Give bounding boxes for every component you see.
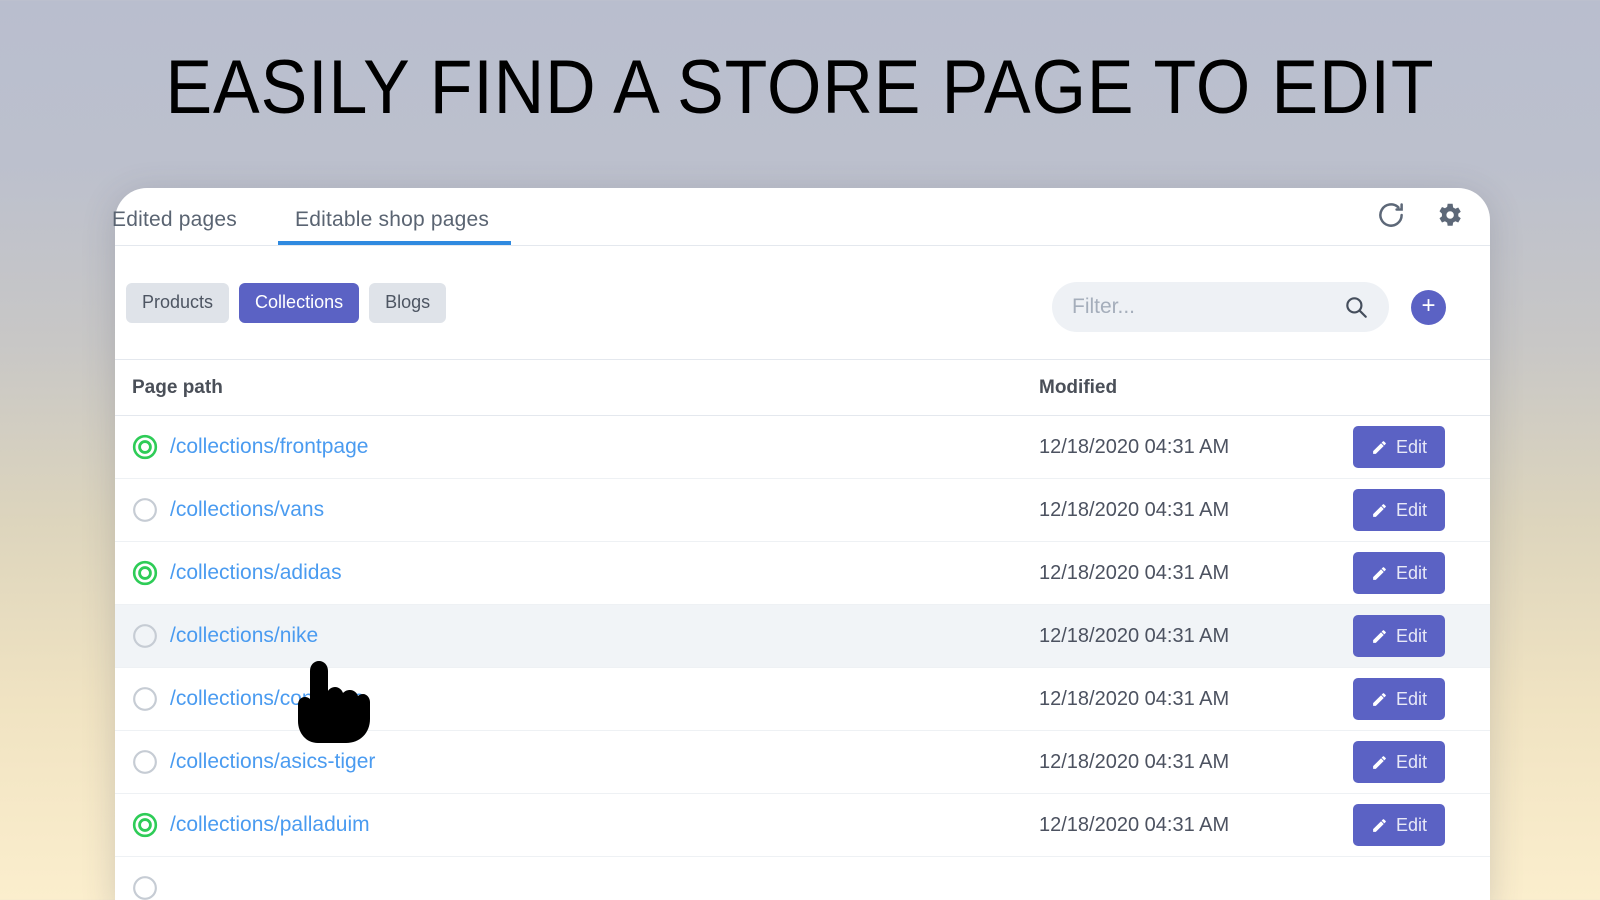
edit-button-label: Edit bbox=[1395, 814, 1428, 835]
search-input[interactable] bbox=[1072, 295, 1343, 319]
cell-page-path: /collections/adidas bbox=[115, 560, 1039, 586]
tab-editable-shop-pages[interactable]: Editable shop pages bbox=[295, 208, 489, 232]
status-inactive-icon bbox=[133, 687, 157, 711]
cell-actions: Edit bbox=[1353, 552, 1445, 594]
edit-button-label: Edit bbox=[1395, 436, 1428, 457]
table-row[interactable]: /collections/asics-tiger 12/18/2020 04:31… bbox=[115, 731, 1490, 794]
page-path-link[interactable]: /collections/converse bbox=[170, 687, 365, 711]
edit-button-label: Edit bbox=[1395, 562, 1428, 583]
column-header-page-path: Page path bbox=[132, 376, 223, 398]
cell-modified-date: 12/18/2020 04:31 AM bbox=[1039, 750, 1230, 773]
gear-icon[interactable] bbox=[1434, 200, 1464, 230]
pencil-icon bbox=[1373, 755, 1386, 769]
resource-type-chips: Products Collections Blogs bbox=[126, 282, 447, 323]
cell-page-path: /collections/asics-tiger bbox=[115, 749, 1039, 775]
table-row[interactable]: /collections/palladuim 12/18/2020 04:31 A… bbox=[115, 794, 1490, 857]
edit-button[interactable]: Edit bbox=[1353, 804, 1445, 846]
status-active-icon bbox=[132, 434, 158, 460]
table-body: /collections/frontpage 12/18/2020 04:31 A… bbox=[115, 416, 1490, 900]
pages-panel: Edited pages Editable shop pages Product… bbox=[112, 188, 1490, 900]
filter-toolbar: Products Collections Blogs + bbox=[115, 246, 1490, 359]
edit-button[interactable]: Edit bbox=[1353, 426, 1445, 468]
status-active-icon bbox=[132, 812, 158, 838]
cell-modified-date: 12/18/2020 04:31 AM bbox=[1039, 561, 1230, 584]
page-path-link[interactable]: /collections/nike bbox=[170, 624, 318, 648]
cell-page-path: /collections/converse bbox=[115, 686, 1039, 712]
cell-modified-date: 12/18/2020 04:31 AM bbox=[1039, 687, 1230, 710]
chip-blogs[interactable]: Blogs bbox=[369, 282, 447, 323]
page-title: EASILY FIND A STORE PAGE TO EDIT bbox=[165, 45, 1435, 130]
pencil-icon bbox=[1373, 503, 1386, 517]
pencil-icon bbox=[1373, 818, 1386, 832]
pencil-icon bbox=[1373, 629, 1386, 643]
edit-button[interactable]: Edit bbox=[1353, 615, 1445, 657]
edit-button[interactable]: Edit bbox=[1353, 489, 1445, 531]
page-path-link[interactable]: /collections/frontpage bbox=[170, 435, 368, 459]
page-path-link[interactable]: /collections/vans bbox=[170, 498, 324, 522]
tab-edited-pages[interactable]: Edited pages bbox=[112, 208, 237, 232]
table-row[interactable] bbox=[115, 857, 1490, 900]
status-active-icon bbox=[132, 560, 158, 586]
cell-actions: Edit bbox=[1353, 678, 1445, 720]
edit-button[interactable]: Edit bbox=[1353, 678, 1445, 720]
pencil-icon bbox=[1373, 566, 1386, 580]
cell-page-path: /collections/frontpage bbox=[115, 434, 1039, 460]
cell-page-path: /collections/vans bbox=[115, 497, 1039, 523]
pencil-icon bbox=[1373, 692, 1386, 706]
chip-collections[interactable]: Collections bbox=[239, 282, 360, 323]
table-row[interactable]: /collections/vans 12/18/2020 04:31 AM Edit bbox=[115, 479, 1490, 542]
cell-page-path bbox=[115, 875, 1039, 900]
cell-modified-date: 12/18/2020 04:31 AM bbox=[1039, 435, 1230, 458]
chip-products[interactable]: Products bbox=[126, 282, 230, 323]
search-icon[interactable] bbox=[1343, 294, 1369, 320]
table-row[interactable]: /collections/adidas 12/18/2020 04:31 AM Ed… bbox=[115, 542, 1490, 605]
cell-actions: Edit bbox=[1353, 426, 1445, 468]
column-header-modified: Modified bbox=[1039, 376, 1118, 398]
pages-table: Page path Modified /collections/frontpag… bbox=[115, 359, 1490, 900]
cell-actions: Edit bbox=[1353, 804, 1445, 846]
active-tab-indicator bbox=[278, 241, 511, 245]
edit-button-label: Edit bbox=[1395, 751, 1428, 772]
edit-button[interactable]: Edit bbox=[1353, 741, 1445, 783]
status-inactive-icon bbox=[133, 876, 157, 900]
cell-page-path: /collections/nike bbox=[115, 623, 1039, 649]
cell-actions: Edit bbox=[1353, 615, 1445, 657]
table-header-row: Page path Modified bbox=[115, 359, 1490, 416]
edit-button-label: Edit bbox=[1395, 499, 1428, 520]
filter-search-box[interactable] bbox=[1052, 282, 1389, 332]
page-path-link[interactable]: /collections/palladuim bbox=[170, 813, 370, 837]
cell-modified-date: 12/18/2020 04:31 AM bbox=[1039, 498, 1230, 521]
edit-button[interactable]: Edit bbox=[1353, 552, 1445, 594]
refresh-icon[interactable] bbox=[1376, 200, 1406, 230]
edit-button-label: Edit bbox=[1395, 688, 1428, 709]
status-inactive-icon bbox=[133, 498, 157, 522]
table-row[interactable]: /collections/nike 12/18/2020 04:31 AM Edit bbox=[115, 605, 1490, 668]
status-inactive-icon bbox=[133, 624, 157, 648]
cell-actions: Edit bbox=[1353, 741, 1445, 783]
table-row[interactable]: /collections/converse 12/18/2020 04:31 AM… bbox=[115, 668, 1490, 731]
cell-modified-date: 12/18/2020 04:31 AM bbox=[1039, 624, 1230, 647]
edit-button-label: Edit bbox=[1395, 625, 1428, 646]
cell-page-path: /collections/palladuim bbox=[115, 812, 1039, 838]
pencil-icon bbox=[1373, 440, 1386, 454]
page-path-link[interactable]: /collections/asics-tiger bbox=[170, 750, 375, 774]
add-page-button[interactable]: + bbox=[1411, 290, 1446, 325]
status-inactive-icon bbox=[133, 750, 157, 774]
page-path-link[interactable]: /collections/adidas bbox=[170, 561, 342, 585]
panel-header-actions bbox=[1376, 200, 1464, 230]
cell-actions: Edit bbox=[1353, 489, 1445, 531]
cell-modified-date: 12/18/2020 04:31 AM bbox=[1039, 813, 1230, 836]
table-row[interactable]: /collections/frontpage 12/18/2020 04:31 A… bbox=[115, 416, 1490, 479]
tab-bar: Edited pages Editable shop pages bbox=[112, 188, 1490, 246]
